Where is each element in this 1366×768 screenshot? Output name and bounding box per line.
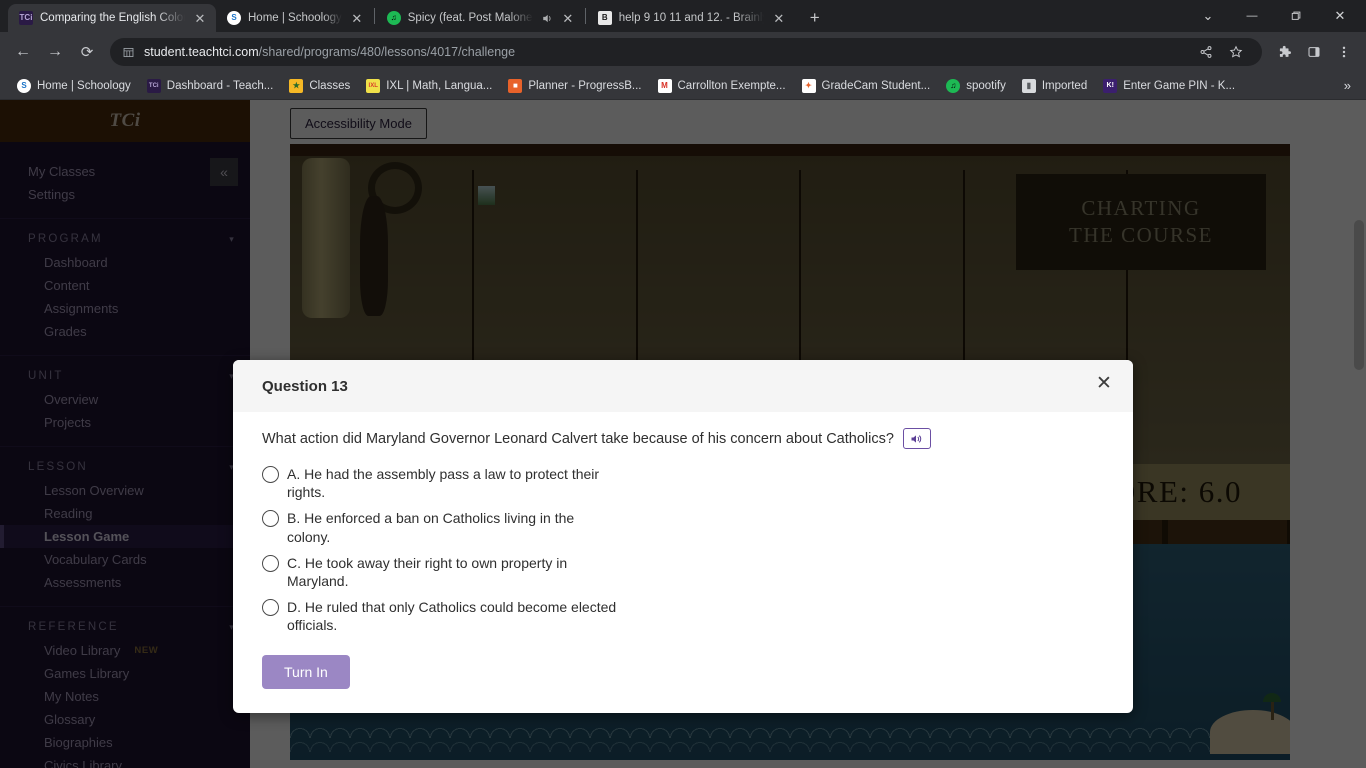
question-row: What action did Maryland Governor Leonar… — [262, 428, 1104, 449]
folder-icon: ▮ — [1021, 78, 1036, 93]
radio-button[interactable] — [262, 554, 279, 572]
tab-close-button[interactable]: ✕ — [349, 10, 365, 26]
answer-option-d[interactable]: D. He ruled that only Catholics could be… — [262, 598, 1104, 634]
bookmark-label: Classes — [309, 79, 351, 92]
site-info-icon[interactable] — [122, 46, 135, 59]
bookmark-label: spootify — [966, 79, 1006, 92]
puzzle-icon[interactable] — [1270, 38, 1298, 66]
new-tab-button[interactable]: + — [801, 4, 829, 32]
gradecam-icon: ✦ — [801, 78, 816, 93]
modal-body: What action did Maryland Governor Leonar… — [233, 412, 1133, 655]
minimize-button[interactable]: — — [1230, 0, 1274, 32]
close-window-button[interactable]: ✕ — [1318, 0, 1362, 32]
question-text: What action did Maryland Governor Leonar… — [262, 430, 894, 447]
address-bar[interactable]: student.teachtci.com/shared/programs/480… — [110, 38, 1262, 66]
bookmark-label: Home | Schoology — [37, 79, 131, 92]
answer-option-label: C. He took away their right to own prope… — [287, 554, 568, 589]
radio-button[interactable] — [262, 510, 279, 528]
spotify-icon: ♫ — [386, 11, 401, 25]
answer-option-a[interactable]: A. He had the assembly pass a law to pro… — [262, 465, 1104, 501]
bookmark-8[interactable]: ▮ Imported — [1014, 76, 1095, 96]
maximize-button[interactable] — [1274, 0, 1318, 32]
tab-close-button[interactable]: ✕ — [771, 10, 787, 26]
three-dot-menu-icon[interactable] — [1330, 38, 1358, 66]
schoology-icon: S — [17, 78, 31, 93]
browser-toolbar: ← → ⟳ student.teachtci.com/shared/progra… — [0, 32, 1366, 72]
bookmark-0[interactable]: S Home | Schoology — [9, 76, 139, 96]
planner-icon: ■ — [508, 78, 523, 93]
bookmark-label: Imported — [1041, 79, 1088, 92]
url-text: student.teachtci.com/shared/programs/480… — [144, 45, 515, 59]
bookmark-label: GradeCam Student... — [821, 79, 931, 92]
tab-close-button[interactable]: ✕ — [560, 10, 576, 26]
tab-audio-playing-icon[interactable] — [540, 12, 553, 25]
modal-header: Question 13 ✕ — [233, 360, 1133, 412]
gmail-icon: M — [657, 78, 672, 93]
brainly-icon: B — [597, 11, 612, 25]
modal-title: Question 13 — [262, 377, 348, 395]
tab-close-button[interactable]: ✕ — [192, 10, 208, 26]
tab-title: help 9 10 11 and 12. - Brainly.co — [618, 12, 764, 24]
tab-title: Home | Schoology — [248, 12, 342, 24]
browser-tab-2[interactable]: ♫ Spicy (feat. Post Malone) • T ✕ — [376, 4, 584, 32]
omnibox-actions — [1192, 38, 1250, 66]
forward-icon[interactable]: → — [40, 37, 70, 67]
answer-options: A. He had the assembly pass a law to pro… — [262, 465, 1104, 635]
star-icon[interactable] — [1222, 38, 1250, 66]
turn-in-button[interactable]: Turn In — [262, 655, 350, 689]
tab-search-icon[interactable]: ⌄ — [1186, 0, 1230, 32]
spotify-icon: ♫ — [946, 78, 961, 93]
tci-icon: TCi — [19, 11, 33, 25]
bookmark-7[interactable]: ♫ spootify — [938, 76, 1014, 96]
bookmark-label: IXL | Math, Langua... — [386, 79, 493, 92]
bookmark-label: Dashboard - Teach... — [166, 79, 274, 92]
bookmark-4[interactable]: ■ Planner - ProgressB... — [500, 76, 649, 96]
bookmark-1[interactable]: TCi Dashboard - Teach... — [139, 76, 282, 96]
tab-strip: TCi Comparing the English Colonies ✕ S H… — [0, 0, 1366, 32]
browser-tab-0[interactable]: TCi Comparing the English Colonies ✕ — [8, 4, 216, 32]
bookmark-3[interactable]: IXL IXL | Math, Langua... — [358, 76, 500, 96]
bookmark-6[interactable]: ✦ GradeCam Student... — [794, 76, 939, 96]
modal-footer: Turn In — [233, 655, 1133, 713]
speaker-icon[interactable] — [902, 428, 931, 449]
browser-tab-3[interactable]: B help 9 10 11 and 12. - Brainly.co ✕ — [587, 4, 795, 32]
back-icon[interactable]: ← — [8, 37, 38, 67]
bookmark-label: Planner - ProgressB... — [528, 79, 642, 92]
url-domain: student.teachtci.com — [144, 45, 259, 59]
side-panel-icon[interactable] — [1300, 38, 1328, 66]
question-modal: Question 13 ✕ What action did Maryland G… — [233, 360, 1133, 713]
tab-title: Spicy (feat. Post Malone) • T — [407, 12, 533, 24]
radio-button[interactable] — [262, 599, 279, 617]
browser-tab-1[interactable]: S Home | Schoology ✕ — [216, 4, 373, 32]
bookmarks-bar: S Home | Schoology TCi Dashboard - Teach… — [0, 72, 1366, 100]
tab-divider — [584, 8, 586, 24]
tab-divider — [373, 8, 375, 24]
bookmark-label: Carrollton Exempte... — [677, 79, 786, 92]
window-controls: ⌄ — ✕ — [1186, 0, 1366, 32]
share-icon[interactable] — [1192, 38, 1220, 66]
radio-button[interactable] — [262, 466, 279, 483]
bookmark-5[interactable]: M Carrollton Exempte... — [650, 76, 794, 96]
page-viewport: TCi « My Classes Settings PROGRAM ▾ Dash… — [0, 100, 1366, 768]
schoology-icon: S — [227, 11, 241, 25]
bookmark-label: Enter Game PIN - K... — [1123, 79, 1236, 92]
reload-icon[interactable]: ⟳ — [72, 37, 102, 67]
kahoot-icon: K! — [1103, 78, 1118, 93]
url-path: /shared/programs/480/lessons/4017/challe… — [258, 45, 516, 59]
close-icon[interactable]: ✕ — [1091, 370, 1117, 396]
ixl-icon: IXL — [366, 78, 381, 93]
bookmark-9[interactable]: K! Enter Game PIN - K... — [1095, 76, 1243, 96]
browser-window: TCi Comparing the English Colonies ✕ S H… — [0, 0, 1366, 768]
answer-option-label: B. He enforced a ban on Catholics living… — [287, 510, 575, 545]
tab-title: Comparing the English Colonies — [40, 12, 185, 24]
tci-icon: TCi — [146, 78, 161, 93]
bookmark-2[interactable]: ★ Classes — [281, 76, 358, 96]
answer-option-b[interactable]: B. He enforced a ban on Catholics living… — [262, 509, 1104, 545]
answer-option-c[interactable]: C. He took away their right to own prope… — [262, 554, 1104, 590]
classes-icon: ★ — [289, 78, 304, 93]
answer-option-label: D. He ruled that only Catholics could be… — [287, 599, 617, 634]
answer-option-label: A. He had the assembly pass a law to pro… — [287, 466, 600, 501]
bookmarks-overflow-button[interactable]: » — [1338, 78, 1357, 93]
